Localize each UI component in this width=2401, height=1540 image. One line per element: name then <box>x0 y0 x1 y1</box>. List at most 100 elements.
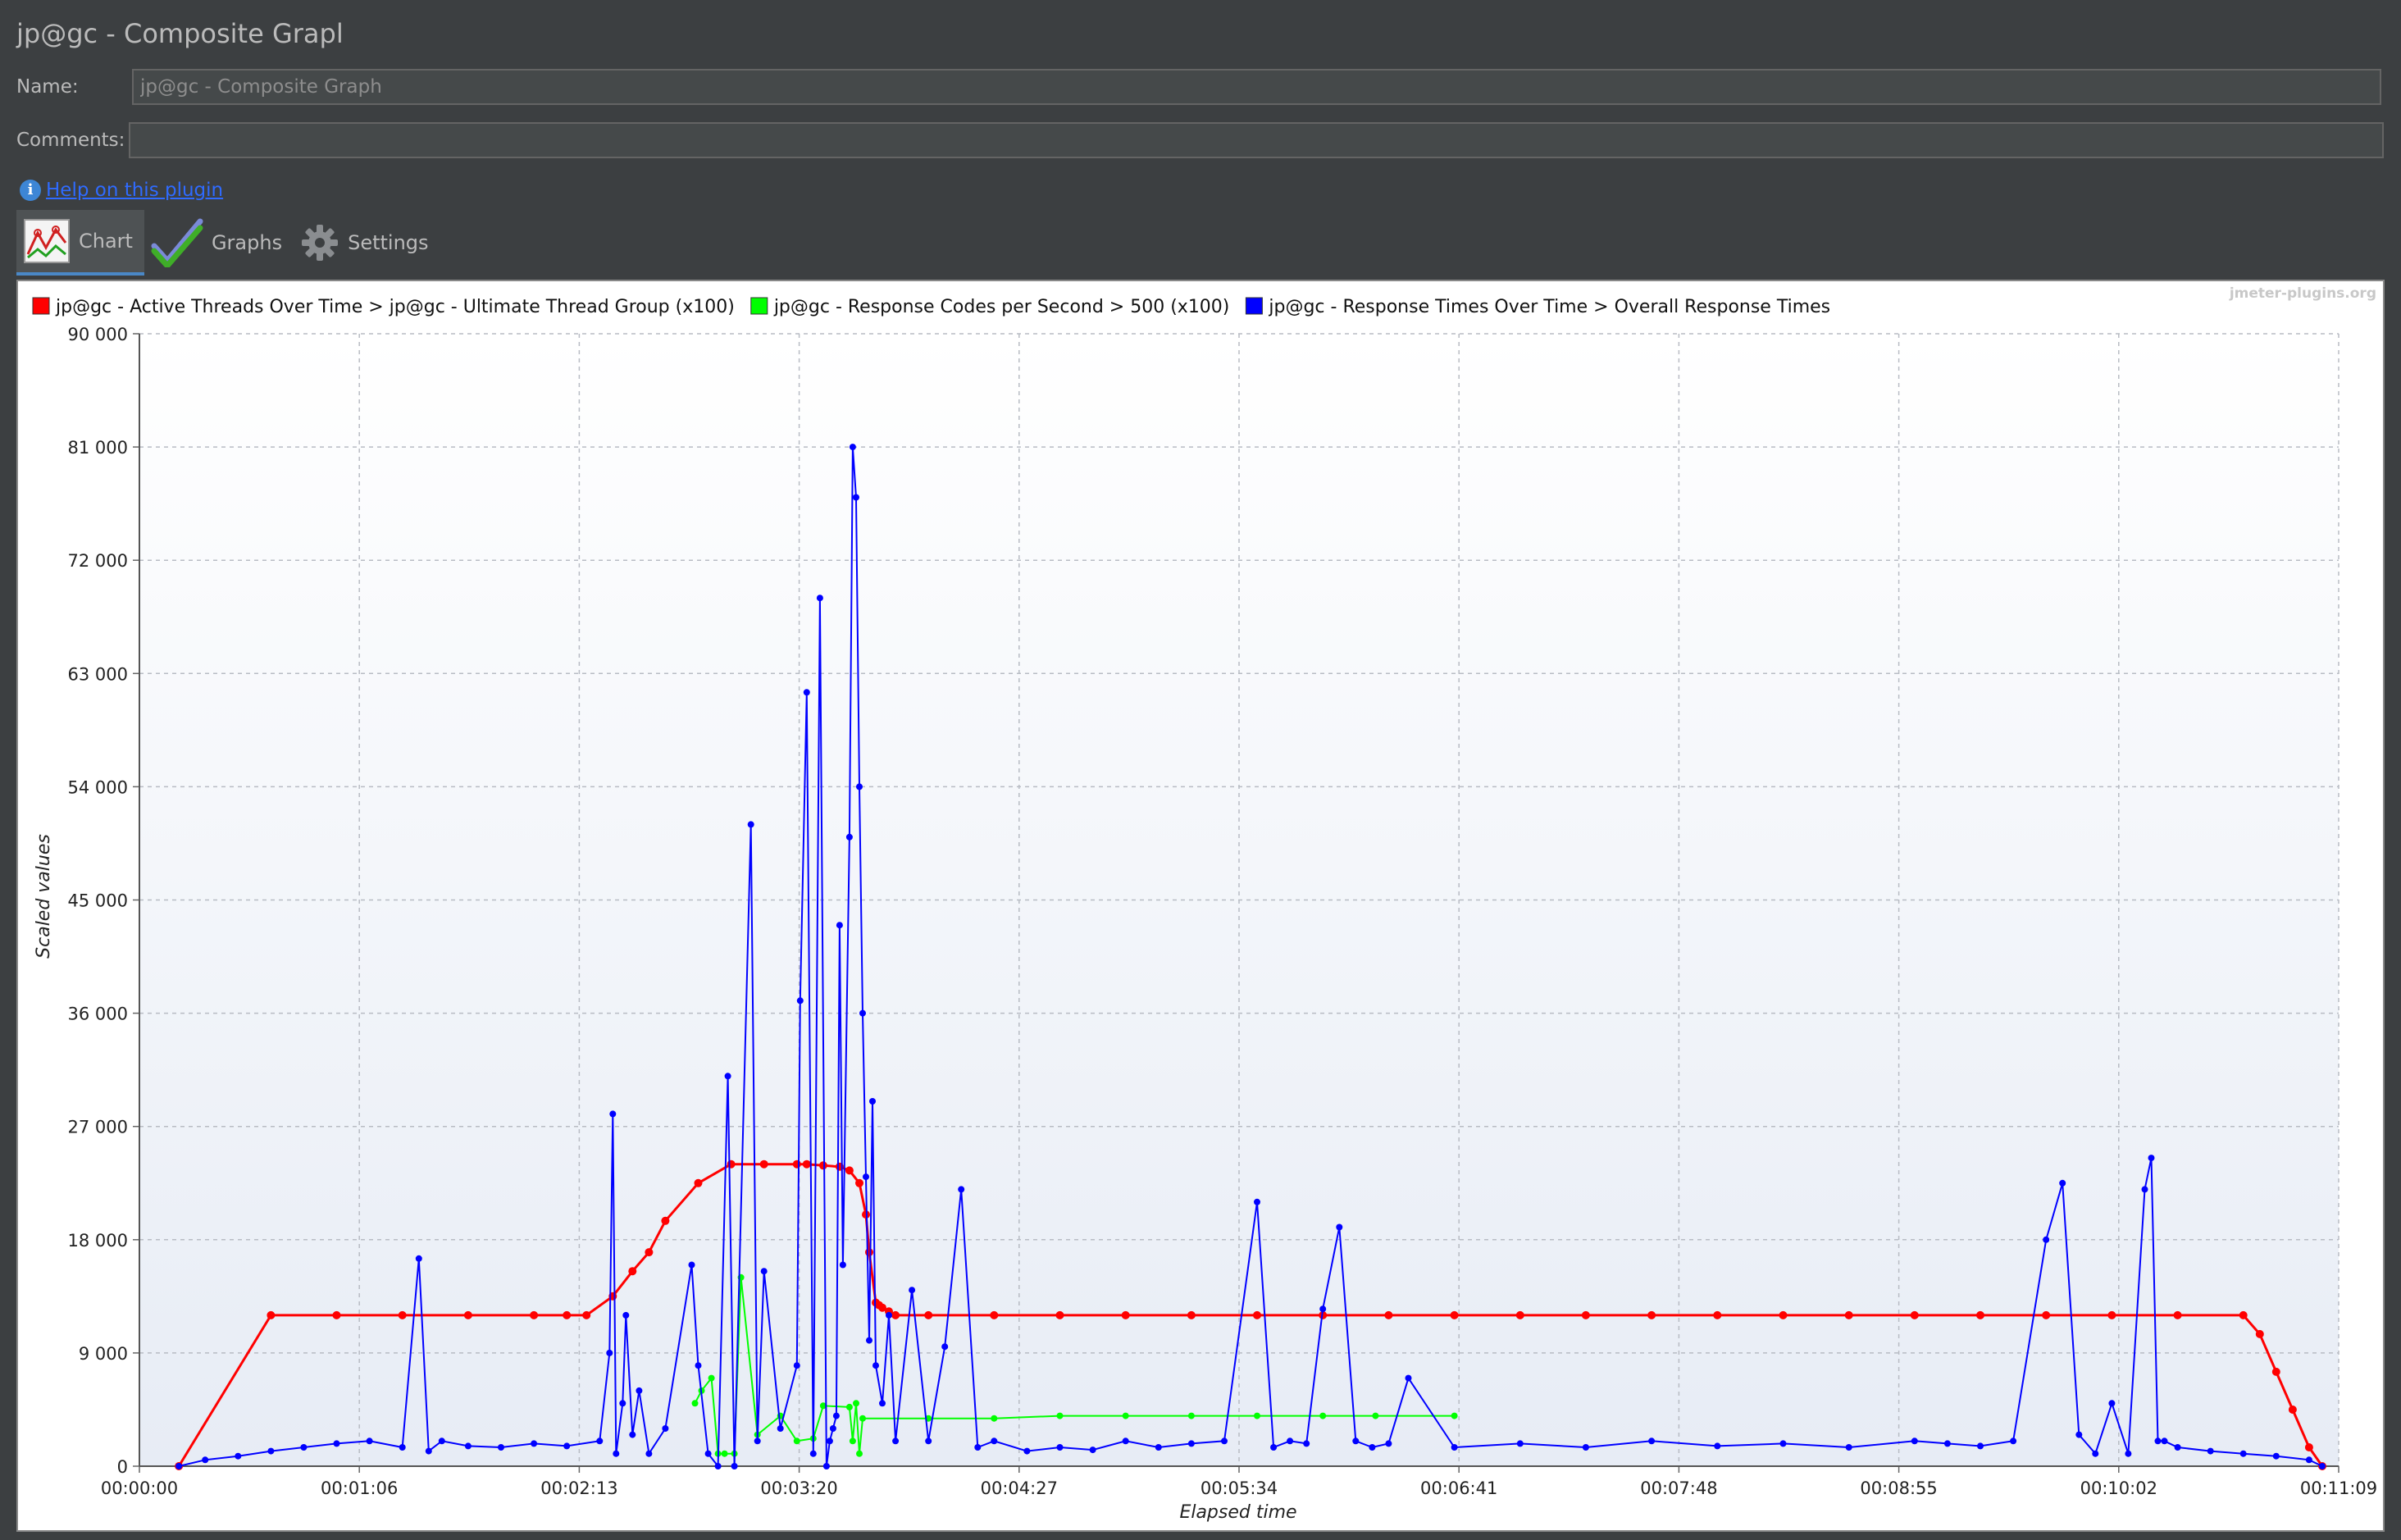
series-3-point <box>826 1437 833 1445</box>
x-tick-label: 00:07:48 <box>1640 1478 1717 1498</box>
series-3-point <box>2075 1431 2083 1438</box>
series-1-point <box>818 1161 827 1170</box>
series-3-point <box>2043 1236 2050 1243</box>
series-2-point <box>859 1415 866 1422</box>
series-3-point <box>415 1255 422 1262</box>
series-3-point <box>879 1400 886 1407</box>
help-row: i Help on this plugin <box>20 180 223 201</box>
tab-graphs-label: Graphs <box>211 231 283 254</box>
series-3-point <box>619 1400 626 1407</box>
series-2-point <box>708 1374 715 1382</box>
legend-entry-1: jp@gc - Active Threads Over Time > jp@gc… <box>55 297 735 317</box>
series-3-point <box>1287 1437 1294 1445</box>
y-tick-label: 0 <box>117 1457 128 1477</box>
series-2-point <box>721 1450 728 1457</box>
series-3-point <box>1122 1437 1129 1445</box>
y-tick-label: 54 000 <box>68 777 128 797</box>
series-3-point <box>958 1186 965 1193</box>
series-2-point <box>1187 1412 1195 1419</box>
series-1-point <box>891 1310 900 1319</box>
series-1-point <box>1450 1310 1459 1319</box>
tab-chart[interactable]: Chart <box>16 210 144 276</box>
legend-swatch-3 <box>1245 297 1263 315</box>
series-1-point <box>1055 1310 1064 1319</box>
series-1-point <box>563 1310 572 1319</box>
x-tick-label: 00:06:41 <box>1420 1478 1497 1498</box>
series-3-point <box>613 1450 620 1457</box>
series-2-point <box>1372 1412 1379 1419</box>
series-2-point <box>793 1437 800 1445</box>
composite-chart: jmeter-plugins.org jp@gc - Active Thread… <box>32 285 2377 1523</box>
series-3-point <box>777 1425 784 1432</box>
name-field[interactable] <box>132 69 2381 105</box>
series-3-point <box>1352 1437 1360 1445</box>
series-2-point <box>845 1403 853 1410</box>
series-3-point <box>803 689 810 696</box>
series-3-point <box>300 1444 308 1451</box>
series-1-point <box>2173 1310 2182 1319</box>
series-3-point <box>531 1440 538 1447</box>
help-link[interactable]: Help on this plugin <box>46 180 223 201</box>
series-3-point <box>829 1425 836 1432</box>
series-3-point <box>796 997 804 1005</box>
series-3-point <box>816 595 823 602</box>
x-tick-label: 00:01:06 <box>321 1478 398 1498</box>
series-1-point <box>1844 1310 1853 1319</box>
series-1-point <box>802 1160 811 1169</box>
series-2-point <box>1451 1412 1458 1419</box>
series-3-point <box>2092 1450 2099 1457</box>
series-3-point <box>662 1425 669 1432</box>
tab-graphs[interactable]: Graphs <box>144 210 294 276</box>
series-1-point <box>1187 1310 1196 1319</box>
series-1-point <box>530 1310 539 1319</box>
legend-entry-3: jp@gc - Response Times Over Time > Overa… <box>1268 297 1830 317</box>
series-3-point <box>1187 1440 1195 1447</box>
series-3-point <box>438 1437 445 1445</box>
series-2-point <box>1319 1412 1327 1419</box>
series-1-point <box>661 1216 670 1225</box>
y-axis-label: Scaled values <box>34 834 54 959</box>
series-3-point <box>754 1437 761 1445</box>
series-3-point <box>267 1447 275 1455</box>
series-3-point <box>925 1437 932 1445</box>
series-3-point <box>760 1268 768 1275</box>
series-1-point <box>332 1310 341 1319</box>
series-3-point <box>688 1261 695 1269</box>
series-1-point <box>1647 1310 1656 1319</box>
series-3-point <box>809 1450 817 1457</box>
series-3-point <box>2319 1463 2326 1469</box>
series-2-point <box>853 1400 859 1407</box>
series-3-point <box>1451 1444 1458 1451</box>
series-3-point <box>714 1463 722 1469</box>
series-3-point <box>235 1452 242 1460</box>
x-tick-label: 00:02:13 <box>540 1478 617 1498</box>
series-1-point <box>727 1160 736 1169</box>
y-tick-label: 45 000 <box>68 891 128 911</box>
series-3-point <box>892 1437 900 1445</box>
line-chart-icon <box>24 219 70 263</box>
series-3-point <box>1056 1444 1064 1451</box>
comments-label: Comments: <box>16 130 125 151</box>
tab-settings[interactable]: Settings <box>294 210 440 276</box>
series-3-point <box>853 494 859 501</box>
series-3-point <box>2239 1450 2247 1457</box>
series-1-point <box>990 1310 999 1319</box>
series-3-point <box>1369 1444 1376 1451</box>
series-1-point <box>582 1310 591 1319</box>
series-3-point <box>636 1387 643 1394</box>
series-3-point <box>1648 1437 1656 1445</box>
series-3-point <box>731 1463 738 1469</box>
watermark: jmeter-plugins.org <box>2229 285 2376 302</box>
series-1-point <box>924 1310 933 1319</box>
legend: jp@gc - Active Threads Over Time > jp@gc… <box>32 297 1830 317</box>
x-tick-label: 00:00:00 <box>101 1478 178 1498</box>
series-3-point <box>856 783 863 791</box>
info-icon: i <box>20 180 41 201</box>
series-3-point <box>863 1173 869 1181</box>
checkmark-icon <box>151 218 203 267</box>
series-3-point <box>1221 1437 1228 1445</box>
series-3-point <box>399 1444 406 1451</box>
comments-field[interactable] <box>129 122 2384 158</box>
series-3-point <box>2108 1400 2116 1407</box>
series-3-point <box>1977 1442 1984 1450</box>
